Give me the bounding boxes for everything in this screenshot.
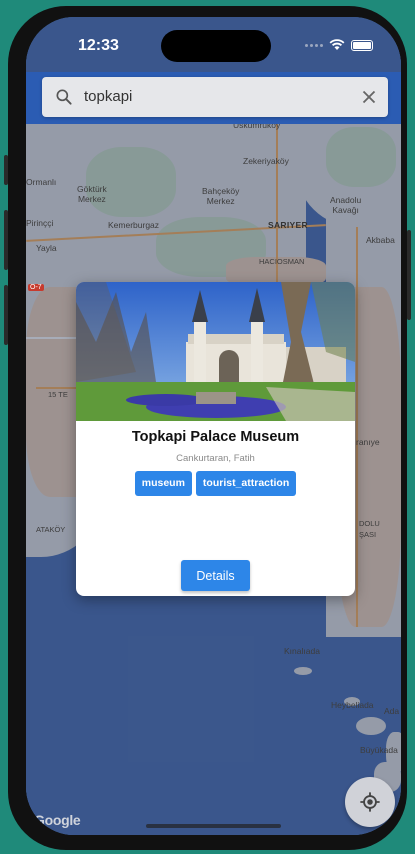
map-label-heybeliada: Heybeliada xyxy=(331,700,374,710)
tag-museum[interactable]: museum xyxy=(134,471,192,496)
map-label-gokturk: Göktürk Merkez xyxy=(77,184,107,204)
place-address: Cankurtaran, Fatih xyxy=(176,453,255,464)
place-card[interactable]: Topkapi Palace Museum Cankurtaran, Fatih… xyxy=(76,282,355,596)
cellular-signal-icon xyxy=(305,43,323,47)
highway-badge-o7: O-7 xyxy=(28,284,44,291)
map-label-15te: 15 TE xyxy=(48,390,68,399)
map-label-yayla: Yayla xyxy=(36,243,57,253)
map-label-anadolu-kavagi: Anadolu Kavağı xyxy=(330,195,362,215)
dynamic-island xyxy=(161,30,271,62)
map-label-ada: Ada xyxy=(384,706,400,716)
map-label-umraniye: ranıye xyxy=(356,437,380,447)
place-title: Topkapi Palace Museum xyxy=(131,429,300,445)
place-tags: museum tourist_attraction xyxy=(76,471,355,496)
map-label-kinaliada: Kınalıada xyxy=(284,646,320,656)
map-label-sasi: ŞASI xyxy=(359,530,377,539)
map-label-haciosman: HACIOSMAN xyxy=(259,257,305,266)
search-bar[interactable]: topkapi xyxy=(42,77,388,117)
map-label-zekeriyakoy: Zekeriyaköy xyxy=(243,156,289,166)
home-indicator[interactable] xyxy=(146,824,281,828)
my-location-button[interactable] xyxy=(345,777,395,827)
clear-icon[interactable] xyxy=(358,86,380,108)
map-label-atakoy: ATAKÖY xyxy=(36,525,66,534)
status-bar: 12:33 xyxy=(26,17,401,77)
map-label-sariyer: SARIYER xyxy=(268,220,308,230)
map-label-akbaba: Akbaba xyxy=(366,235,395,245)
map-label-kemerburgaz: Kemerburgaz xyxy=(108,220,160,230)
map-label-bahcekoy: Bahçeköy Merkez xyxy=(202,186,240,206)
map-label-ormanli: Ormanlı xyxy=(26,177,57,187)
map-label-dolu: DOLU xyxy=(359,519,380,528)
details-button[interactable]: Details xyxy=(181,560,250,591)
wifi-icon xyxy=(329,39,345,50)
battery-icon xyxy=(351,39,373,51)
search-input[interactable]: topkapi xyxy=(84,88,132,105)
volume-down-button xyxy=(4,285,8,345)
crosshair-icon xyxy=(360,792,380,812)
place-photo xyxy=(76,282,355,421)
tag-tourist-attraction[interactable]: tourist_attraction xyxy=(195,471,297,496)
silent-switch xyxy=(4,155,8,185)
map-label-buyukada: Büyükada xyxy=(360,745,398,755)
search-icon xyxy=(56,89,72,105)
app-screen: Üskumruköy Ormanlı Zekeriyaköy Göktürk M… xyxy=(26,17,401,835)
power-button xyxy=(407,230,411,320)
status-time: 12:33 xyxy=(78,37,119,54)
volume-up-button xyxy=(4,210,8,270)
google-attribution: Google xyxy=(34,812,81,828)
map-label-pirincci: Pirinççi xyxy=(26,218,54,228)
